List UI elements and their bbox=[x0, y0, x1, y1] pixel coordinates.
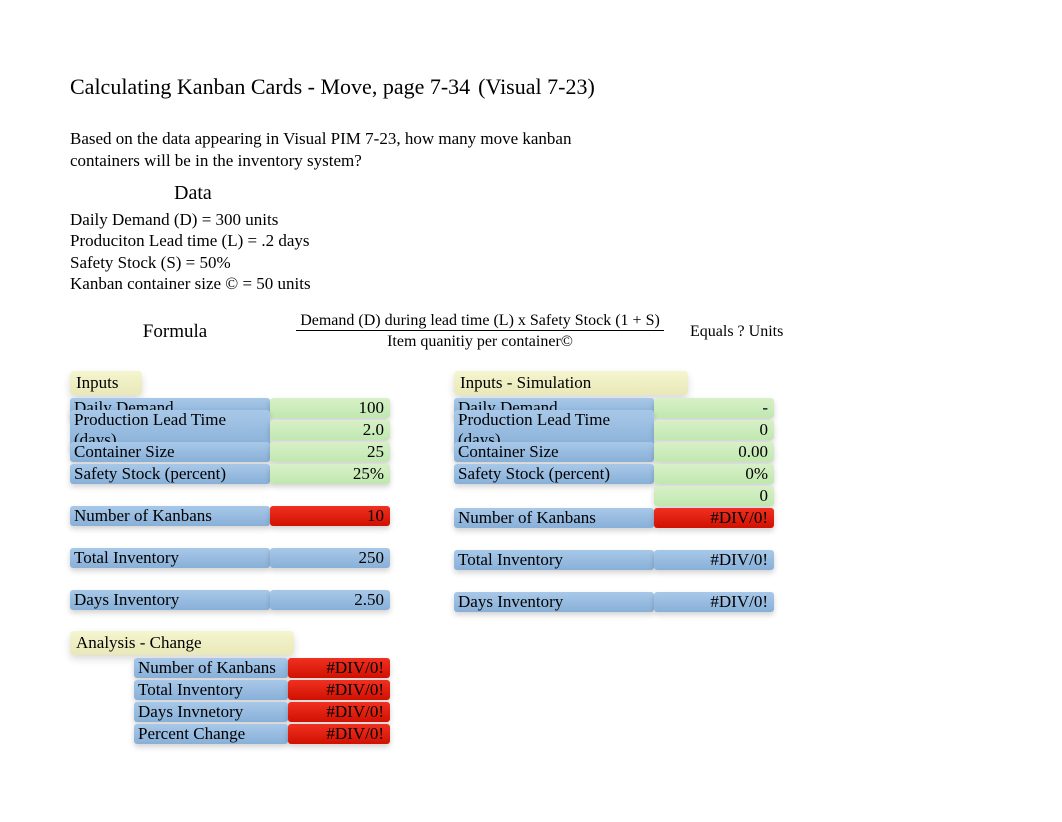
data-lines: Daily Demand (D) = 300 units Produciton … bbox=[70, 209, 1062, 294]
analysis-pc-value: #DIV/0! bbox=[288, 724, 390, 744]
total-inventory-label: Total Inventory bbox=[70, 548, 270, 568]
sim-safety-stock-label: Safety Stock (percent) bbox=[454, 464, 654, 484]
inputs-header: Inputs bbox=[70, 371, 142, 395]
data-header: Data bbox=[174, 182, 1062, 205]
formula-denominator: Item quanitiy per container© bbox=[280, 333, 680, 351]
sim-num-kanbans-label: Number of Kanbans bbox=[454, 508, 654, 528]
title-main: Calculating Kanban Cards - Move, page 7-… bbox=[70, 74, 470, 100]
analysis-header: Analysis - Change bbox=[70, 631, 294, 655]
sim-num-kanbans-value: #DIV/0! bbox=[654, 508, 774, 528]
sim-total-inventory-label: Total Inventory bbox=[454, 550, 654, 570]
sim-total-inventory-value: #DIV/0! bbox=[654, 550, 774, 570]
sim-plt-value[interactable]: 0 bbox=[654, 420, 774, 440]
sim-container-size-label: Container Size bbox=[454, 442, 654, 462]
formula-numerator: Demand (D) during lead time (L) x Safety… bbox=[296, 312, 664, 331]
analysis-di-value: #DIV/0! bbox=[288, 702, 390, 722]
data-line-2: Produciton Lead time (L) = .2 days bbox=[70, 230, 1062, 251]
plt-value[interactable]: 2.0 bbox=[270, 420, 390, 440]
safety-stock-label: Safety Stock (percent) bbox=[70, 464, 270, 484]
days-inventory-label: Days Inventory bbox=[70, 590, 270, 610]
title-visual: (Visual 7-23) bbox=[478, 74, 595, 100]
sim-days-inventory-label: Days Inventory bbox=[454, 592, 654, 612]
sim-container-size-value[interactable]: 0.00 bbox=[654, 442, 774, 462]
page-title: Calculating Kanban Cards - Move, page 7-… bbox=[70, 74, 1062, 100]
formula-equals: Equals ? Units bbox=[690, 323, 783, 341]
inputs-panel: Inputs Daily Demand 100 Production Lead … bbox=[70, 371, 390, 745]
data-line-1: Daily Demand (D) = 300 units bbox=[70, 209, 1062, 230]
analysis-pc-label: Percent Change bbox=[134, 724, 288, 744]
daily-demand-value[interactable]: 100 bbox=[270, 398, 390, 418]
analysis-ti-value: #DIV/0! bbox=[288, 680, 390, 700]
sim-daily-demand-value[interactable]: - bbox=[654, 398, 774, 418]
analysis-nk-value: #DIV/0! bbox=[288, 658, 390, 678]
simulation-panel: Inputs - Simulation Daily Demand - Produ… bbox=[454, 371, 774, 745]
analysis-ti-label: Total Inventory bbox=[134, 680, 288, 700]
container-size-label: Container Size bbox=[70, 442, 270, 462]
data-line-3: Safety Stock (S) = 50% bbox=[70, 252, 1062, 273]
sim-header: Inputs - Simulation bbox=[454, 371, 688, 395]
analysis-di-label: Days Invnetory bbox=[134, 702, 288, 722]
safety-stock-value[interactable]: 25% bbox=[270, 464, 390, 484]
sim-extra-value[interactable]: 0 bbox=[654, 486, 774, 506]
days-inventory-value: 2.50 bbox=[270, 590, 390, 610]
total-inventory-value: 250 bbox=[270, 548, 390, 568]
num-kanbans-value: 10 bbox=[270, 506, 390, 526]
num-kanbans-label: Number of Kanbans bbox=[70, 506, 270, 526]
container-size-value[interactable]: 25 bbox=[270, 442, 390, 462]
sim-days-inventory-value: #DIV/0! bbox=[654, 592, 774, 612]
sim-safety-stock-value[interactable]: 0% bbox=[654, 464, 774, 484]
data-line-4: Kanban container size © = 50 units bbox=[70, 273, 1062, 294]
question-text: Based on the data appearing in Visual PI… bbox=[70, 128, 615, 172]
formula-block: Formula Demand (D) during lead time (L) … bbox=[70, 312, 1062, 351]
formula-label: Formula bbox=[70, 321, 280, 343]
analysis-nk-label: Number of Kanbans bbox=[134, 658, 288, 678]
